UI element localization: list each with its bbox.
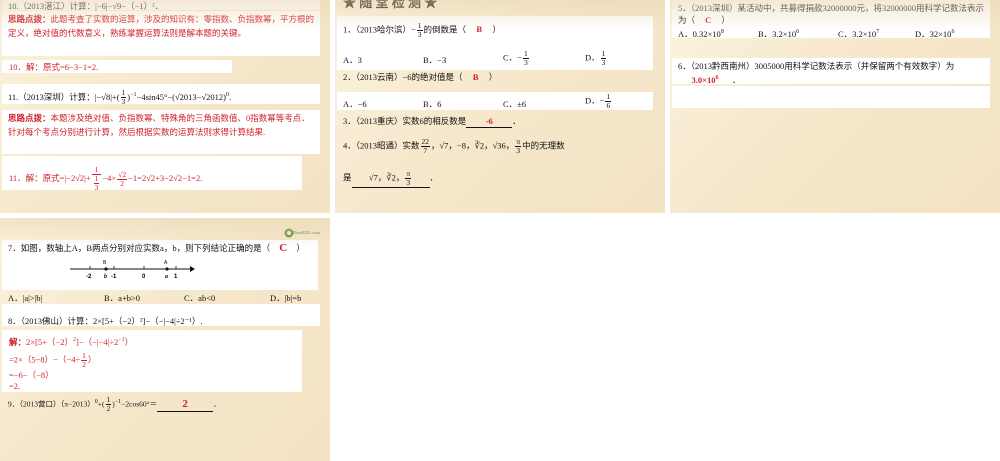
q4-answer-line: 是 √7，∛2， π 3 ． — [343, 169, 439, 188]
q10-solution: 10．解：原式=6−3−1=2. — [9, 62, 99, 72]
q6-text: 6．（2013黔西南州）3005000用科学记数法表示（并保留两个有效数字）为3… — [678, 61, 955, 87]
q4-text: 4．（2013昭通）实数 22 7 ，√7，−8，∛2，√36， π 3 中的无理数 — [343, 137, 565, 155]
q3-text: 3．（2013重庆）实数6的相反数是 -6 ． — [343, 116, 521, 128]
q10-note: 思路点拨：此题考查了实数的运算，涉及的知识有：零指数、负指数幂，平方根的定义，绝… — [8, 12, 318, 40]
tick-label-1: 1 — [174, 274, 178, 280]
q11-sol-frac-a: 113 — [91, 166, 102, 192]
tick-label-a: a — [165, 274, 168, 280]
q11-sol-frac-b: √2 2 — [117, 169, 128, 188]
q7-text: 7．如图，数轴上A，B两点分别对应实数a，b，则下列结论正确的是（ C ） — [8, 242, 305, 254]
q7-option-c: C．ab<0 — [184, 293, 216, 303]
slide-sheet: 10.（2013湛江）计算：|−6|−√9−（−1）²． 思路点拨：此题考查了实… — [0, 0, 1000, 461]
q1-text: 1．（2013哈尔滨）− 1 3 的倒数是（ B ） — [343, 21, 501, 39]
q2-answer: B — [472, 72, 479, 82]
q1-option-b: B．−3 — [423, 55, 447, 65]
q5-text: 5．（2013深圳）某活动中，共募得捐款32000000元，将32000000用… — [678, 3, 985, 25]
q2-option-a: A．−6 — [343, 99, 367, 109]
section-banner: ★ 随 堂 检 测 ★ — [343, 0, 438, 10]
q7-option-d: D．|b|=b — [270, 293, 302, 303]
q7-answer: C — [279, 242, 288, 254]
q7-option-a: A．|a|>|b| — [8, 293, 43, 303]
q9-answer: 2 — [182, 397, 188, 410]
q9-text: 9．（2013营口）（π−2013）0+(1 2)−1−2cos60°＝ 2 ． — [8, 395, 221, 414]
tick-label-neg2: -2 — [86, 274, 92, 280]
tick-label-0: 0 — [142, 274, 146, 280]
logo-text: DearEDU.com — [293, 230, 320, 235]
q6-blank-panel — [672, 86, 990, 108]
number-line: B A -2 b -1 0 a 1 — [70, 260, 195, 280]
slide-4: DearEDU.com 7．如图，数轴上A，B两点分别对应实数a，b，则下列结论… — [0, 218, 330, 461]
q8-solution-line-1: 解：2×[5+（−2）2]−（−|−4|÷2−1） — [9, 336, 134, 347]
q11-frac: 13 — [120, 88, 127, 107]
q10-note-text: 此题考查了实数的运算，涉及的知识有：零指数、负指数幂，平方根的定义，绝对值的代数… — [8, 14, 315, 38]
q11-note-text: 本题涉及绝对值、负指数幂、特殊角的三角函数值、0指数幂等考点．针对每个考点分别进… — [8, 113, 310, 137]
slide-2: ★ 随 堂 检 测 ★ 1．（2013哈尔滨）− 1 3 的倒数是（ B ） A．3 … — [335, 0, 665, 213]
q2-option-c: C．±6 — [503, 99, 527, 109]
q1-option-d: D． 1 3 — [585, 49, 607, 67]
q1-answer: B — [476, 24, 483, 35]
q5-answer: C — [705, 15, 712, 25]
slide-1: 10.（2013湛江）计算：|−6|−√9−（−1）²． 思路点拨：此题考查了实… — [0, 0, 330, 213]
q7-option-b: B．a+b>0 — [104, 293, 141, 303]
tick-label-b: b — [104, 274, 107, 280]
q2-text: 2．（2013云南）−6的绝对值是（ B ） — [343, 72, 498, 82]
tick-label-neg1: -1 — [111, 274, 117, 280]
q10-note-label: 思路点拨： — [8, 14, 51, 24]
q5-option-d: D．32×106 — [915, 28, 955, 39]
q1-option-c: C．− 1 3 — [503, 49, 529, 67]
q8-text: 8．（2013佛山）计算：2×[5+（−2）²]−（−|−4|÷2⁻¹）. — [8, 316, 203, 326]
q11-solution: 11．解：原式=|−2√2|+ 1 1 3 −4× √2 2 −1=2√2+3−2√2−1=2… — [9, 165, 203, 192]
q8-solution-line-4: =2. — [9, 381, 21, 391]
q2-option-b: B．6 — [423, 99, 442, 109]
q11-note-label: 思路点拨： — [8, 113, 51, 123]
q5-option-b: B．3.2×106 — [758, 28, 800, 39]
q5-option-a: A．0.32×108 — [678, 28, 724, 39]
q2-option-d: D．− 1 6 — [585, 92, 612, 110]
q3-answer: -6 — [485, 116, 493, 126]
point-b-label: B — [103, 260, 107, 266]
q11-note: 思路点拨：本题涉及绝对值、负指数幂、特殊角的三角函数值、0指数幂等考点．针对每个… — [8, 111, 318, 139]
q6-answer: 3.0×106 — [691, 74, 719, 85]
q11-heading: 11.（2013深圳）计算：|−√8|+(1 3)−1−4sin45°−(√201… — [8, 88, 232, 107]
slide-3: 5．（2013深圳）某活动中，共募得捐款32000000元，将32000000用… — [670, 0, 1000, 213]
q8-solution-line-2: =2×（5−8）−（−4÷ 1 2） — [9, 351, 97, 369]
q1-option-a: A．3 — [343, 55, 362, 65]
point-a-label: A — [164, 260, 168, 266]
q5-option-c: C．3.2×107 — [838, 28, 880, 39]
